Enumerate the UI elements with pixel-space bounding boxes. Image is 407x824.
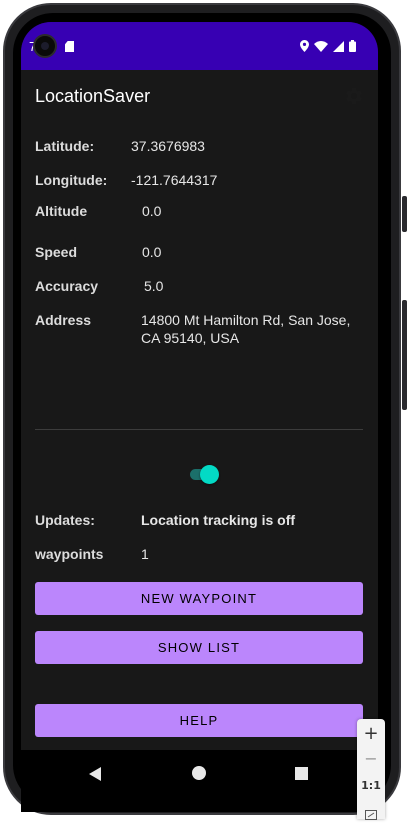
app-bar: LocationSaver (21, 70, 378, 122)
updates-label: Updates: (35, 512, 95, 528)
actual-size-button[interactable]: 1:1 (357, 779, 385, 792)
home-icon[interactable] (192, 766, 206, 780)
waypoints-value: 1 (141, 546, 149, 562)
speed-label: Speed (35, 244, 78, 260)
speed-value: 0.0 (142, 244, 162, 260)
help-button[interactable]: HELP (35, 704, 363, 737)
latitude-label: Latitude: (35, 138, 95, 154)
updates-value: Location tracking is off (141, 512, 296, 528)
divider (35, 429, 363, 430)
zoom-out-button[interactable]: − (357, 749, 385, 768)
back-icon[interactable] (89, 767, 101, 781)
gear-icon[interactable] (344, 86, 364, 106)
battery-icon (349, 40, 356, 52)
status-icons (300, 40, 356, 52)
app-screen: 7 LocationSaver Latitude: 37.3676983 Lon (21, 22, 378, 812)
fit-screen-icon[interactable] (357, 805, 385, 824)
camera-icon (33, 34, 57, 58)
accuracy-value: 5.0 (144, 278, 164, 294)
address-value-line1: 14800 Mt Hamilton Rd, San Jose, (141, 312, 351, 328)
power-button (402, 196, 407, 232)
volume-button (402, 300, 407, 410)
accuracy-label: Accuracy (35, 278, 99, 294)
location-tracking-switch[interactable] (188, 464, 220, 484)
longitude-label: Longitude: (35, 172, 108, 188)
signal-icon (333, 40, 344, 52)
switch-thumb (200, 465, 219, 484)
wifi-icon (314, 40, 328, 52)
zoom-controls: + − 1:1 (357, 719, 385, 820)
longitude-value: -121.7644317 (131, 172, 218, 188)
altitude-label: Altitude (35, 203, 88, 219)
sd-card-icon (65, 41, 74, 52)
altitude-value: 0.0 (142, 203, 162, 219)
navigation-bar (21, 750, 378, 812)
recent-apps-icon[interactable] (295, 767, 308, 780)
new-waypoint-button[interactable]: NEW WAYPOINT (35, 582, 363, 615)
latitude-value: 37.3676983 (131, 138, 205, 154)
address-value-line2: CA 95140, USA (141, 330, 240, 346)
location-pin-icon (300, 40, 309, 52)
app-title: LocationSaver (35, 86, 151, 106)
status-bar: 7 (21, 22, 378, 70)
waypoints-label: waypoints (35, 546, 104, 562)
address-label: Address (35, 312, 92, 328)
zoom-in-button[interactable]: + (357, 723, 385, 744)
show-list-button[interactable]: SHOW LIST (35, 631, 363, 664)
